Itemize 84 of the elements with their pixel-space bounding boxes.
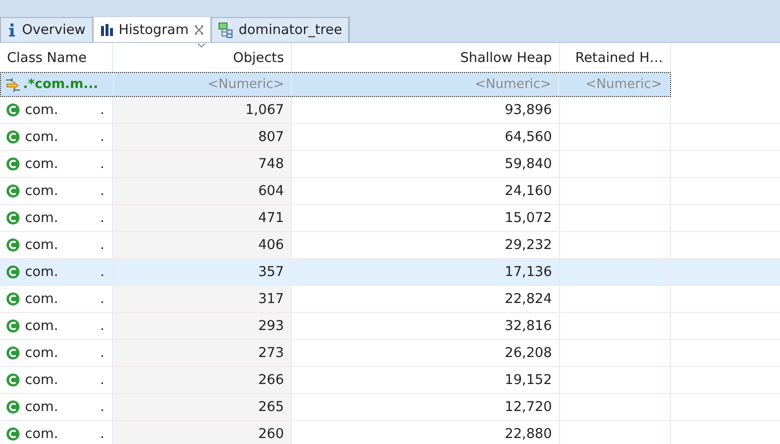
- table-row[interactable]: com. . 265 12,720: [0, 394, 780, 421]
- class-name-tail: .: [100, 210, 104, 226]
- table-row[interactable]: com. . 266 19,152: [0, 367, 780, 394]
- table-cell: 807: [113, 124, 292, 150]
- class-name-tail: .: [100, 156, 104, 172]
- table-cell: 32,816: [292, 313, 560, 339]
- class-name: com.: [25, 129, 58, 145]
- table-cell: 26,208: [292, 340, 560, 366]
- table-cell: 64,560: [292, 124, 560, 150]
- class-icon: [6, 184, 20, 198]
- class-name: com.: [25, 345, 58, 361]
- class-icon: [6, 319, 20, 333]
- class-name: com.: [25, 102, 58, 118]
- class-icon: [6, 373, 20, 387]
- class-icon: [6, 265, 20, 279]
- class-name: com.: [25, 399, 58, 415]
- bar-chart-icon: [100, 22, 114, 36]
- class-name: com.: [25, 291, 58, 307]
- table-cell: 19,152: [292, 367, 560, 393]
- class-icon: [6, 238, 20, 252]
- table-cell: 24,160: [292, 178, 560, 204]
- class-icon: [6, 292, 20, 306]
- class-name: com.: [25, 318, 58, 334]
- tab[interactable]: Overview: [0, 17, 93, 42]
- class-name: com.: [25, 210, 58, 226]
- info-icon: [7, 23, 17, 37]
- table-cell: 22,880: [292, 421, 560, 444]
- tree-icon: [218, 22, 234, 38]
- table-cell: 22,824: [292, 286, 560, 312]
- class-icon: [6, 400, 20, 414]
- table-cell: 406: [113, 232, 292, 258]
- class-name: com.: [25, 183, 58, 199]
- class-icon: [6, 211, 20, 225]
- class-name-tail: .: [100, 318, 104, 334]
- table-cell: 317: [113, 286, 292, 312]
- table-row[interactable]: com. . 471 15,072: [0, 205, 780, 232]
- class-name: com.: [25, 237, 58, 253]
- class-name-tail: .: [100, 183, 104, 199]
- table-cell: 604: [113, 178, 292, 204]
- class-name-tail: .: [100, 291, 104, 307]
- class-name-tail: .: [100, 372, 104, 388]
- table-cell: 748: [113, 151, 292, 177]
- table-cell: 17,136: [292, 259, 560, 285]
- table-row[interactable]: com. . 357 17,136: [0, 259, 780, 286]
- class-name-tail: .: [100, 399, 104, 415]
- table-row[interactable]: com. . 604 24,160: [0, 178, 780, 205]
- class-name-tail: .: [100, 426, 104, 442]
- class-name-tail: .: [100, 237, 104, 253]
- table-cell: 471: [113, 205, 292, 231]
- table-cell: 15,072: [292, 205, 560, 231]
- table-cell: 273: [113, 340, 292, 366]
- table-cell: 59,840: [292, 151, 560, 177]
- class-name: com.: [25, 156, 58, 172]
- table-row[interactable]: com. . 293 32,816: [0, 313, 780, 340]
- table-row[interactable]: com. . 748 59,840: [0, 151, 780, 178]
- table-cell: 265: [113, 394, 292, 420]
- close-icon[interactable]: [194, 24, 204, 34]
- tab[interactable]: dominator_tree: [210, 17, 350, 42]
- tab[interactable]: Histogram: [92, 16, 211, 42]
- class-name: com.: [25, 372, 58, 388]
- table-cell: 293: [113, 313, 292, 339]
- class-icon: [6, 346, 20, 360]
- filter-arrow-icon: [5, 76, 21, 92]
- table-cell: 12,720: [292, 394, 560, 420]
- table-row[interactable]: com. . 317 22,824: [0, 286, 780, 313]
- table-row[interactable]: com. . 260 22,880: [0, 421, 780, 444]
- table-row[interactable]: com. . 273 26,208: [0, 340, 780, 367]
- class-name: com.: [25, 264, 58, 280]
- table-cell: 29,232: [292, 232, 560, 258]
- class-name: com.: [25, 426, 58, 442]
- class-icon: [6, 157, 20, 171]
- table-cell: 266: [113, 367, 292, 393]
- table-cell: 260: [113, 421, 292, 444]
- class-name-tail: .: [100, 102, 104, 118]
- table-cell: 93,896: [292, 97, 560, 123]
- class-name-tail: .: [100, 264, 104, 280]
- class-icon: [6, 103, 20, 117]
- class-icon: [6, 130, 20, 144]
- table-row[interactable]: com. . 807 64,560: [0, 124, 780, 151]
- class-name-tail: .: [100, 345, 104, 361]
- table-cell: 1,067: [113, 97, 292, 123]
- table-row[interactable]: com. . 1,067 93,896: [0, 97, 780, 124]
- class-icon: [6, 427, 20, 441]
- class-name-tail: .: [100, 129, 104, 145]
